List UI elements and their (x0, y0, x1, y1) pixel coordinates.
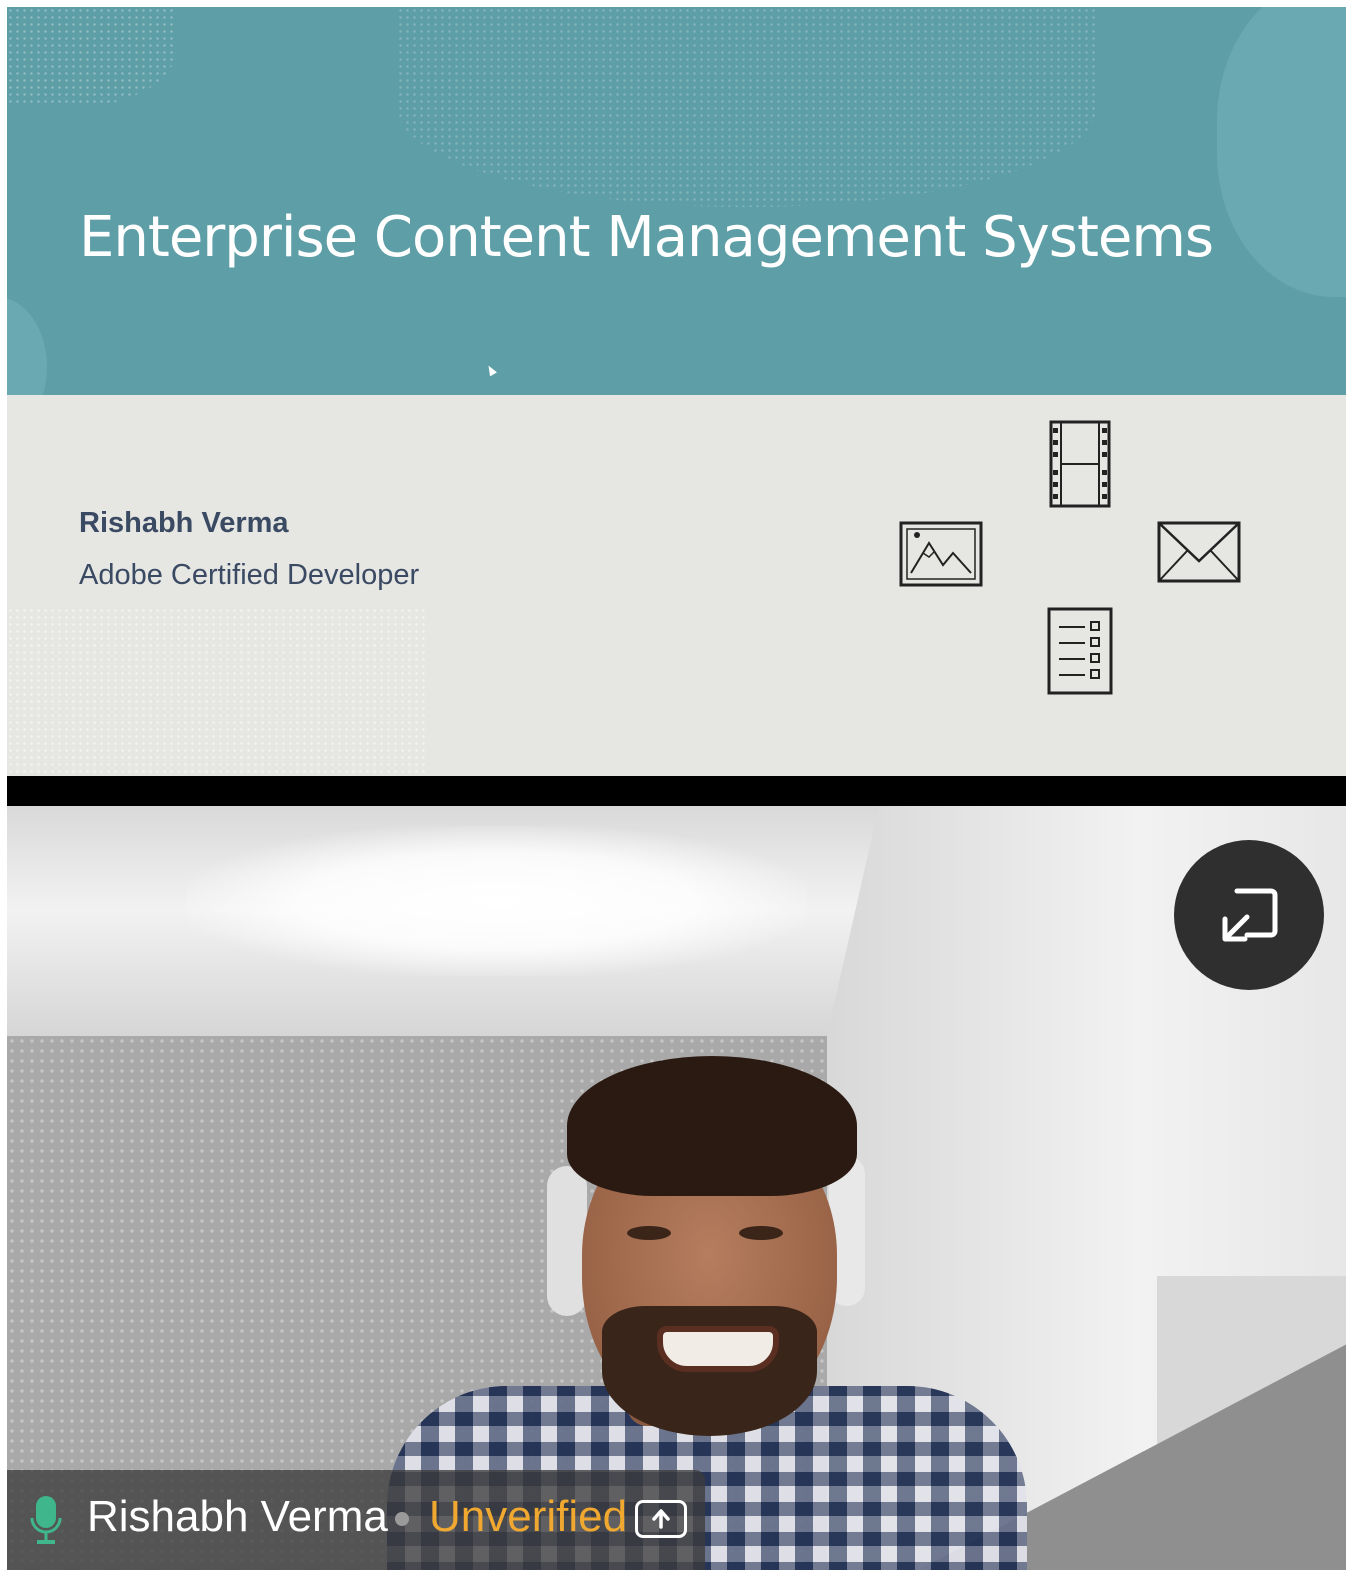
slide-header: Enterprise Content Management Systems (7, 7, 1346, 395)
presenter-role: Adobe Certified Developer (79, 559, 420, 591)
decor-dots (397, 7, 1097, 207)
decor-shape (1217, 7, 1346, 297)
exit-fullscreen-icon (1222, 888, 1278, 942)
image-icon (899, 521, 983, 587)
exit-fullscreen-button[interactable] (1174, 840, 1324, 990)
participant-video (7, 806, 1346, 1570)
verification-status: Unverified (429, 1492, 628, 1541)
film-icon (1049, 420, 1111, 508)
mail-icon (1157, 521, 1241, 583)
mouse-cursor-icon (485, 363, 497, 377)
decor-shape (7, 297, 47, 395)
microphone-icon (29, 1494, 63, 1553)
slide-title: Enterprise Content Management Systems (79, 205, 1214, 270)
document-list-icon (1047, 607, 1113, 695)
divider-bar (7, 776, 1346, 806)
shared-slide: Enterprise Content Management Systems Ri… (7, 7, 1346, 776)
participant-name-tag: Rishabh Verma Unverified (7, 1470, 705, 1570)
upload-arrow-icon (652, 1509, 670, 1529)
video-background (187, 826, 807, 976)
decor-dots (7, 7, 177, 107)
participant-name: Rishabh Verma (87, 1492, 388, 1541)
decor-dots (7, 607, 427, 776)
verify-button[interactable] (635, 1500, 687, 1538)
separator-dot (395, 1512, 409, 1526)
presenter-name: Rishabh Verma (79, 507, 289, 539)
